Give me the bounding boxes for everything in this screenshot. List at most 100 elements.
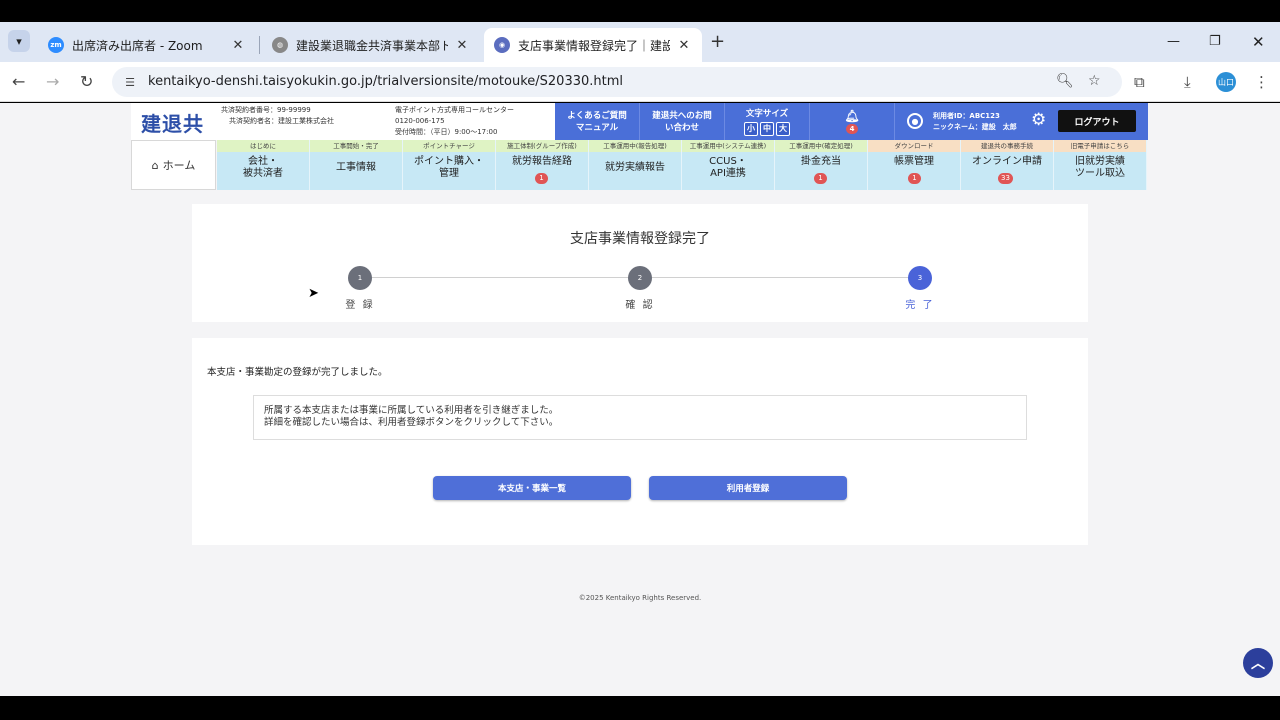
step-2-circle: 2	[628, 266, 652, 290]
globe-icon: ◍	[272, 37, 288, 53]
completion-card: 本支店・事業勘定の登録が完了しました。 所属する本支店または事業に所属している利…	[192, 338, 1088, 545]
site-info-icon[interactable]: ☰	[120, 72, 140, 92]
step-1-label: 登 録	[345, 300, 375, 311]
user-id: 利用者ID：ABC123	[933, 112, 1000, 120]
screen-top-bar	[0, 0, 1280, 22]
font-size-large-button[interactable]: 大	[776, 121, 790, 136]
url-text: kentaikyo-denshi.taisyokukin.go.jp/trial…	[148, 74, 624, 89]
nav-main-label: CCUS・ API連携	[709, 156, 747, 179]
nav-main-label: 工事情報	[336, 162, 376, 173]
restore-icon[interactable]: ❐	[1209, 34, 1221, 49]
site-favicon-icon: ◉	[494, 37, 510, 53]
info-line: 所属する本支店または事業に所属している利用者を引き継ぎました。	[264, 405, 559, 416]
scroll-to-top-button[interactable]: ︿	[1243, 648, 1273, 678]
font-size-control: 文字サイズ 小 中 大	[725, 103, 810, 140]
minimize-icon[interactable]: —	[1167, 34, 1180, 49]
close-icon[interactable]: ✕	[230, 38, 246, 53]
nav-badge: 1	[535, 173, 548, 184]
callcenter-hours: 受付時間：（平日）9:00～17:00	[395, 128, 498, 136]
contract-number: 共済契約者番号：99-99999	[221, 106, 311, 114]
site-logo[interactable]: 建退共	[141, 108, 204, 137]
home-icon: ⌂	[151, 158, 159, 172]
home-label: ホーム	[162, 159, 196, 172]
user-block: ● 利用者ID：ABC123 ニックネーム：建設 太郎 ⚙ ログアウト	[895, 103, 1148, 140]
profile-avatar[interactable]: 山口	[1216, 72, 1236, 92]
zoom-search-icon[interactable]: 🔍︎	[1056, 73, 1074, 89]
menu-kebab-icon[interactable]: ⋮	[1254, 73, 1269, 91]
close-icon[interactable]: ✕	[676, 38, 692, 53]
callcenter-title: 電子ポイント方式専用コールセンター	[395, 106, 514, 114]
user-registration-button[interactable]: 利用者登録	[649, 476, 847, 500]
zoom-icon: zm	[48, 37, 64, 53]
progress-card: 支店事業情報登録完了 1 登 録 2 確 認 3 完 了	[192, 204, 1088, 322]
tab-separator	[259, 36, 260, 54]
manual-label: マニュアル	[575, 122, 619, 133]
copyright: ©2025 Kentaikyo Rights Reserved.	[578, 594, 702, 602]
nav-badge: 1	[814, 173, 827, 184]
nav-contribution[interactable]: 工事運用中(確定処理) 掛金充当 1	[775, 140, 868, 190]
faq-manual-button[interactable]: よくあるご質問 マニュアル	[555, 103, 640, 140]
font-size-medium-button[interactable]: 中	[760, 121, 774, 136]
gear-icon[interactable]: ⚙	[1031, 110, 1046, 130]
step-3-circle: 3	[908, 266, 932, 290]
nav-sub-label: 旧電子申請はこちら	[1054, 140, 1146, 152]
nav-points[interactable]: ポイントチャージ ポイント購入・ 管理	[403, 140, 496, 190]
callcenter-phone: 0120-006-175	[395, 117, 445, 125]
nav-sub-label: 工事運用中(報告処理)	[589, 140, 681, 152]
nav-construction-info[interactable]: 工事開始・完了 工事情報	[310, 140, 403, 190]
tab-current[interactable]: ◉ 支店事業情報登録完了｜建設業 ✕	[484, 28, 702, 62]
bell-icon: 🔔︎	[844, 108, 860, 123]
browser-toolbar: ← → ↻ ☰ kentaikyo-denshi.taisyokukin.go.…	[0, 62, 1280, 102]
nav-forms[interactable]: ダウンロード 帳票管理 1	[868, 140, 961, 190]
tab-title: 出席済み出席者 - Zoom	[72, 38, 203, 53]
nav-badge: 1	[908, 173, 921, 184]
nav-main-label: 旧就労実績 ツール取込	[1075, 156, 1125, 179]
nav-work-results[interactable]: 工事運用中(報告処理) 就労実績報告	[589, 140, 682, 190]
close-icon[interactable]: ✕	[454, 38, 470, 53]
font-size-small-button[interactable]: 小	[744, 121, 758, 136]
nav-main-label: 就労報告経路	[512, 156, 572, 167]
forward-icon[interactable]: →	[46, 72, 59, 91]
nav-online-application[interactable]: 建退共の事務手続 オンライン申請 33	[961, 140, 1054, 190]
tab-zoom[interactable]: zm 出席済み出席者 - Zoom ✕	[38, 28, 256, 62]
page-content: 建退共 共済契約者番号：99-99999 共済契約者名：建設工業株式会社 電子ポ…	[0, 103, 1280, 696]
bookmark-star-icon[interactable]: ☆	[1088, 73, 1101, 89]
nav-sub-label: 施工体制(グループ作成)	[496, 140, 588, 152]
nav-main-label: 就労実績報告	[605, 162, 665, 173]
tab-kentaikyo-top[interactable]: ◍ 建設業退職金共済事業本部トッ ✕	[262, 28, 480, 62]
home-button[interactable]: ⌂ ホーム	[131, 140, 216, 190]
branch-list-button[interactable]: 本支店・事業一覧	[433, 476, 631, 500]
nav-sub-label: 工事運用中(システム連携)	[682, 140, 774, 152]
download-icon[interactable]: ⤓	[1184, 73, 1191, 91]
nav-sub-label: 工事運用中(確定処理)	[775, 140, 867, 152]
nav-sub-label: 建退共の事務手続	[961, 140, 1053, 152]
completion-message: 本支店・事業勘定の登録が完了しました。	[207, 367, 388, 378]
callcenter-info: 電子ポイント方式専用コールセンター 0120-006-175 受付時間：（平日）…	[395, 105, 514, 138]
nav-main-label: 会社・ 被共済者	[243, 156, 283, 179]
notification-button[interactable]: 🔔︎ 4	[810, 103, 895, 140]
browser-tab-bar: ▾ zm 出席済み出席者 - Zoom ✕ ◍ 建設業退職金共済事業本部トッ ✕…	[0, 22, 1280, 62]
nav-company[interactable]: はじめに 会社・ 被共済者	[217, 140, 310, 190]
extensions-icon[interactable]: ⧉	[1134, 73, 1145, 91]
address-bar[interactable]: ☰ kentaikyo-denshi.taisyokukin.go.jp/tri…	[112, 67, 1122, 97]
contact-button[interactable]: 建退共へのお問 い合わせ	[640, 103, 725, 140]
logout-button[interactable]: ログアウト	[1058, 110, 1136, 132]
nav-ccus-api[interactable]: 工事運用中(システム連携) CCUS・ API連携	[682, 140, 775, 190]
nav-work-report-route[interactable]: 施工体制(グループ作成) 就労報告経路 1	[496, 140, 589, 190]
nav-main-label: 帳票管理	[894, 156, 934, 167]
contract-name: 共済契約者名：建設工業株式会社	[229, 117, 334, 125]
page-title: 支店事業情報登録完了	[570, 231, 710, 247]
nav-legacy-import[interactable]: 旧電子申請はこちら 旧就労実績 ツール取込	[1054, 140, 1147, 190]
step-1-circle: 1	[348, 266, 372, 290]
close-window-icon[interactable]: ✕	[1252, 33, 1265, 51]
nav-main-label: 掛金充当	[801, 156, 841, 167]
reload-icon[interactable]: ↻	[80, 72, 93, 91]
info-line: 詳細を確認したい場合は、利用者登録ボタンをクリックして下さい。	[264, 417, 559, 428]
notification-badge: 4	[846, 123, 858, 134]
tab-title: 支店事業情報登録完了｜建設業	[518, 38, 670, 53]
nav-sub-label: ダウンロード	[868, 140, 960, 152]
info-box: 所属する本支店または事業に所属している利用者を引き継ぎました。 詳細を確認したい…	[253, 395, 1027, 440]
new-tab-button[interactable]: +	[710, 31, 725, 52]
tab-search-button[interactable]: ▾	[8, 30, 30, 52]
back-icon[interactable]: ←	[12, 72, 25, 91]
